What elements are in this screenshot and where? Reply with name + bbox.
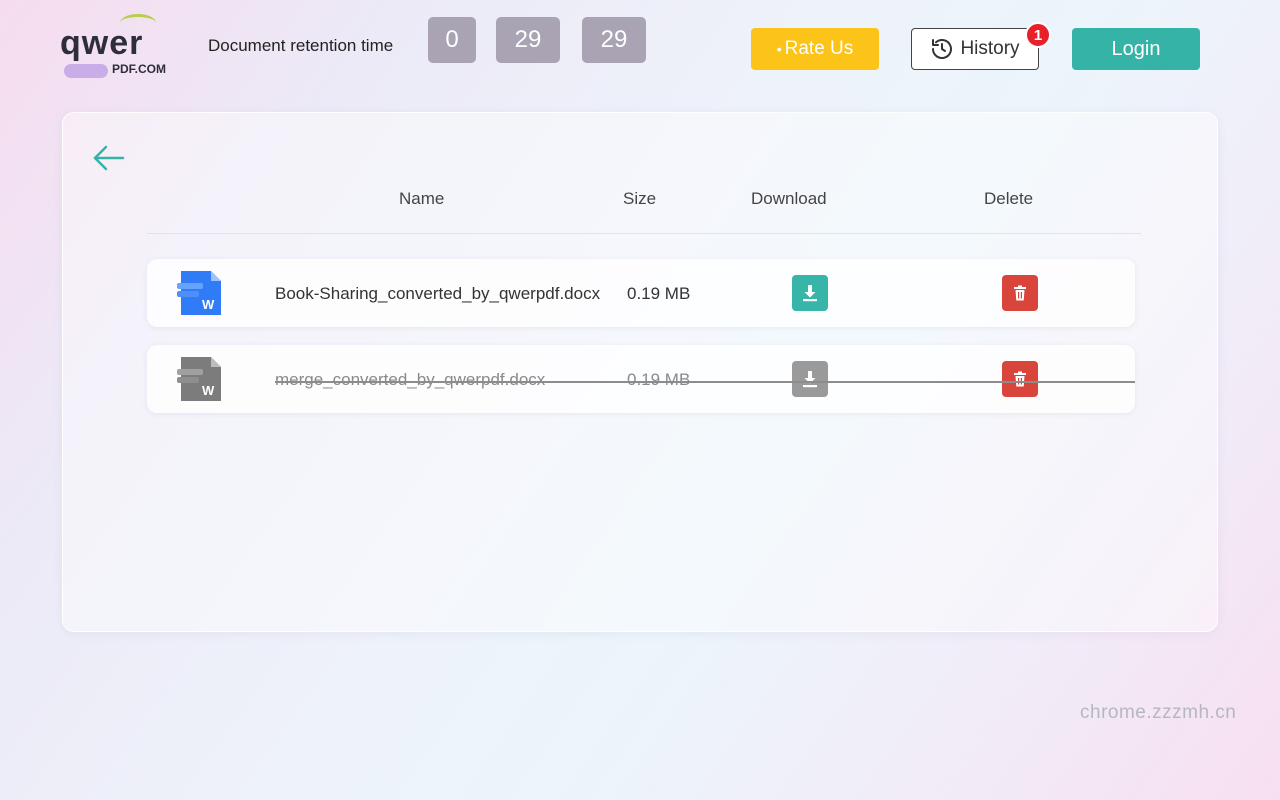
svg-text:W: W [202,297,215,312]
table-row: W Book-Sharing_converted_by_qwerpdf.docx… [147,259,1135,327]
rate-us-button[interactable]: • Rate Us [751,28,879,70]
history-badge: 1 [1025,22,1051,48]
download-icon [803,285,817,302]
trash-icon [1014,371,1026,387]
word-file-icon: W [177,357,221,401]
table-row: W merge_converted_by_qwerpdf.docx 0.19 M… [147,345,1135,413]
login-button[interactable]: Login [1072,28,1200,70]
svg-text:W: W [202,383,215,398]
header-divider [147,233,1141,234]
file-name: merge_converted_by_qwerpdf.docx [275,370,546,389]
logo-wave [64,64,108,78]
watermark-text: chrome.zzzmh.cn [1080,702,1237,723]
file-name: Book-Sharing_converted_by_qwerpdf.docx [275,284,601,303]
column-header-download: Download [751,189,827,208]
word-file-icon: W [177,271,221,315]
logo-sub: PDF.COM [112,62,166,76]
deleted-strikethrough [275,381,1135,383]
file-size: 0.19 MB [627,370,691,389]
column-header-size: Size [623,189,657,208]
file-list-card: Name Size Download Delete W Book-Sharing… [62,112,1218,632]
download-button[interactable] [792,361,828,397]
trash-icon [1014,285,1026,301]
logo-word: qwer [60,24,144,62]
delete-button[interactable] [1002,275,1038,311]
column-header-name: Name [399,189,445,208]
retention-label: Document retention time [208,36,394,55]
timer-seconds: 29 [582,17,646,63]
column-header-delete: Delete [984,189,1034,208]
download-icon [803,371,817,388]
rate-dot: • [776,41,782,57]
timer-minutes: 29 [496,17,560,63]
download-button[interactable] [792,275,828,311]
history-clock-icon [932,39,953,59]
timer-hours: 0 [428,17,476,63]
arrow-left-icon[interactable] [91,143,127,173]
rate-us-label: Rate Us [784,38,854,59]
delete-button[interactable] [1002,361,1038,397]
logo[interactable]: qwer PDF.COM [60,14,190,86]
history-button[interactable]: History [911,28,1039,70]
history-label: History [960,38,1020,59]
file-size: 0.19 MB [627,284,691,303]
